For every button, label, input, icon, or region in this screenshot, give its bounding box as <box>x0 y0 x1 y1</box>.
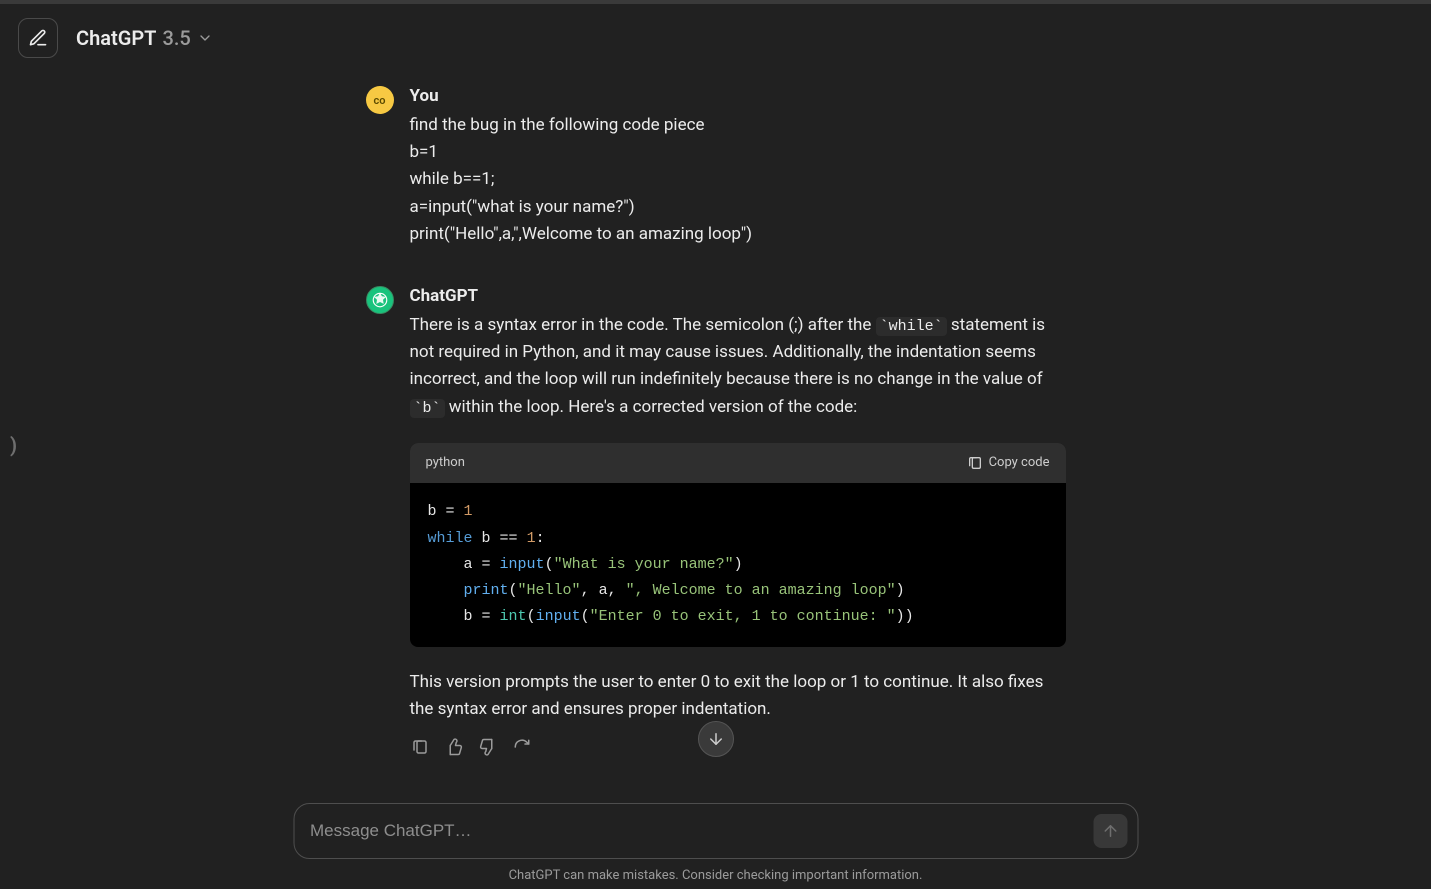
user-message: co You find the bug in the following cod… <box>356 86 1076 248</box>
code-token: , <box>608 582 626 599</box>
copy-code-label: Copy code <box>989 453 1050 474</box>
code-token: )) <box>896 608 914 625</box>
inline-code: `b` <box>410 399 445 418</box>
assistant-author-label: ChatGPT <box>410 286 1066 306</box>
user-line: while b==1; <box>410 166 1066 193</box>
copy-message-button[interactable] <box>410 737 430 757</box>
user-line: find the bug in the following code piece <box>410 112 1066 139</box>
user-author-label: You <box>410 86 1066 106</box>
user-line: print("Hello",a,",Welcome to an amazing … <box>410 221 1066 248</box>
arrow-down-icon <box>707 730 725 748</box>
code-token: ) <box>734 556 743 573</box>
refresh-icon <box>513 738 531 756</box>
clipboard-icon <box>411 738 429 756</box>
conversation-area: co You find the bug in the following cod… <box>0 0 1431 779</box>
arrow-up-icon <box>1101 822 1119 840</box>
code-token: ) <box>896 582 905 599</box>
text-span: There is a syntax error in the code. The… <box>410 315 876 335</box>
user-avatar: co <box>366 86 394 114</box>
code-language-label: python <box>426 453 465 474</box>
code-token: "Enter 0 to exit, 1 to continue: " <box>590 608 896 625</box>
code-token: a <box>464 556 473 573</box>
code-token <box>428 608 464 625</box>
message-actions <box>410 737 1066 757</box>
code-token: = <box>437 503 464 520</box>
regenerate-button[interactable] <box>512 737 532 757</box>
thumbs-down-button[interactable] <box>478 737 498 757</box>
code-header: python Copy code <box>410 443 1066 484</box>
assistant-intro: There is a syntax error in the code. The… <box>410 312 1066 421</box>
code-token <box>428 556 464 573</box>
code-token: = <box>473 608 500 625</box>
code-token: print <box>464 582 509 599</box>
code-token: = <box>473 556 500 573</box>
assistant-message: ChatGPT There is a syntax error in the c… <box>356 286 1076 757</box>
thumbs-down-icon <box>479 738 497 756</box>
send-button[interactable] <box>1093 814 1127 848</box>
user-line: a=input("what is your name?") <box>410 194 1066 221</box>
code-token: while <box>428 530 473 547</box>
code-token: input <box>500 556 545 573</box>
code-token: == <box>491 530 527 547</box>
thumbs-up-icon <box>445 738 463 756</box>
code-token: 1 <box>464 503 473 520</box>
code-body: b = 1 while b == 1: a = input("What is y… <box>410 483 1066 646</box>
code-token: a <box>599 582 608 599</box>
inline-code: `while` <box>876 317 947 336</box>
code-token: , <box>581 582 599 599</box>
code-token: 1 <box>527 530 536 547</box>
code-token: input <box>536 608 581 625</box>
disclaimer-text: ChatGPT can make mistakes. Consider chec… <box>0 868 1431 883</box>
user-message-text: find the bug in the following code piece… <box>410 112 1066 248</box>
code-block: python Copy code b = 1 while b == 1: a =… <box>410 443 1066 647</box>
code-token: b <box>482 530 491 547</box>
user-line: b=1 <box>410 139 1066 166</box>
code-token: "Hello" <box>518 582 581 599</box>
code-token: : <box>536 530 545 547</box>
message-input-box <box>293 803 1138 859</box>
copy-code-button[interactable]: Copy code <box>967 453 1050 474</box>
message-input[interactable] <box>310 821 1081 841</box>
code-token: int <box>500 608 527 625</box>
message-input-area <box>293 803 1138 859</box>
code-token: ( <box>545 556 554 573</box>
scroll-to-bottom-button[interactable] <box>698 721 734 757</box>
assistant-message-text: There is a syntax error in the code. The… <box>410 312 1066 723</box>
code-token <box>473 530 482 547</box>
thumbs-up-button[interactable] <box>444 737 464 757</box>
openai-logo-icon <box>371 291 389 309</box>
code-token: ( <box>509 582 518 599</box>
clipboard-icon <box>967 455 983 471</box>
code-token: "What is your name?" <box>554 556 734 573</box>
text-span: within the loop. Here's a corrected vers… <box>445 397 858 417</box>
assistant-outro: This version prompts the user to enter 0… <box>410 669 1066 723</box>
code-token: b <box>464 608 473 625</box>
code-token <box>428 582 464 599</box>
code-token: b <box>428 503 437 520</box>
code-token: ( <box>527 608 536 625</box>
assistant-avatar <box>366 286 394 314</box>
code-token: ", Welcome to an amazing loop" <box>626 582 896 599</box>
code-token: ( <box>581 608 590 625</box>
